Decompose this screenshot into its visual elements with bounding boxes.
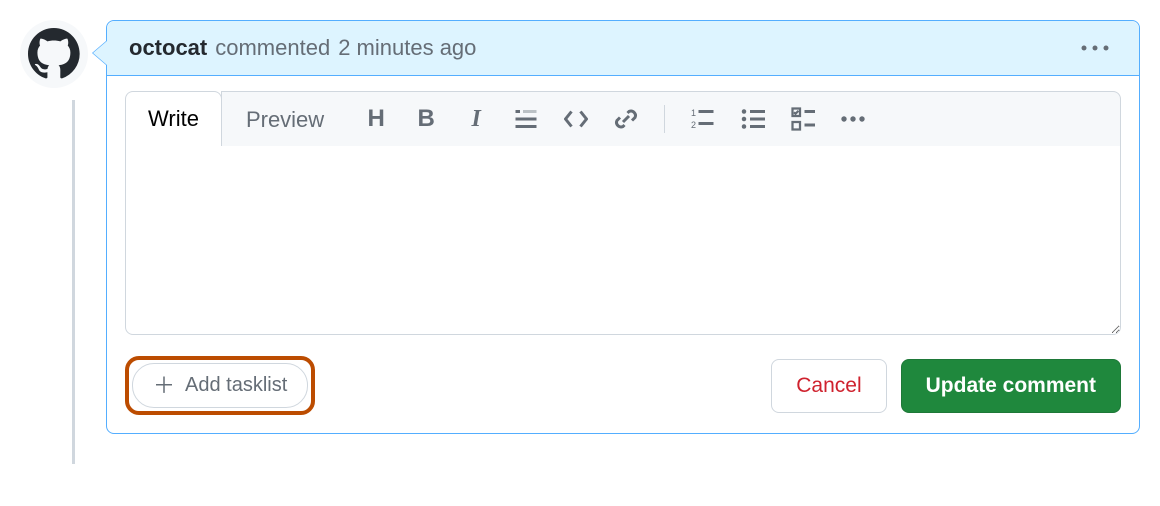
tutorial-highlight: ＋ Add tasklist bbox=[125, 356, 315, 415]
quote-button[interactable] bbox=[510, 103, 542, 135]
svg-text:2: 2 bbox=[691, 120, 696, 130]
link-button[interactable] bbox=[610, 103, 642, 135]
code-button[interactable] bbox=[560, 103, 592, 135]
bold-icon: B bbox=[414, 107, 438, 131]
editor-toolbar-row: Write Preview H B I bbox=[125, 90, 1121, 145]
action-row: ＋ Add tasklist Cancel Update comment bbox=[125, 356, 1121, 415]
bold-button[interactable]: B bbox=[410, 103, 442, 135]
add-tasklist-label: Add tasklist bbox=[185, 374, 287, 397]
ellipsis-icon bbox=[841, 107, 865, 131]
quote-icon bbox=[514, 107, 538, 131]
toolbar-separator bbox=[664, 105, 665, 133]
comment-box: octocat commented 2 minutes ago Write Pr… bbox=[106, 20, 1140, 434]
comment-meta-label: commented bbox=[215, 35, 330, 61]
comment-body: Write Preview H B I bbox=[107, 76, 1139, 433]
ordered-list-button[interactable]: 12 bbox=[687, 103, 719, 135]
italic-button[interactable]: I bbox=[460, 103, 492, 135]
italic-icon: I bbox=[464, 107, 488, 131]
kebab-icon bbox=[1081, 43, 1109, 53]
unordered-list-button[interactable] bbox=[737, 103, 769, 135]
add-tasklist-button[interactable]: ＋ Add tasklist bbox=[132, 363, 308, 408]
tab-write[interactable]: Write bbox=[125, 91, 222, 146]
avatar[interactable] bbox=[20, 20, 88, 88]
code-icon bbox=[564, 107, 588, 131]
ordered-list-icon: 12 bbox=[691, 107, 715, 131]
plus-icon: ＋ bbox=[153, 375, 175, 397]
unordered-list-icon bbox=[741, 107, 765, 131]
cancel-button[interactable]: Cancel bbox=[771, 359, 886, 413]
tab-preview[interactable]: Preview bbox=[234, 93, 336, 147]
md-toolbar: Preview H B I bbox=[221, 91, 1121, 146]
tasklist-icon bbox=[791, 107, 815, 131]
timeline-connector bbox=[72, 100, 75, 464]
author-name[interactable]: octocat bbox=[129, 35, 207, 61]
link-icon bbox=[614, 107, 638, 131]
comment-header: octocat commented 2 minutes ago bbox=[107, 21, 1139, 76]
heading-button[interactable]: H bbox=[360, 103, 392, 135]
comment-actions-menu[interactable] bbox=[1073, 39, 1117, 57]
update-comment-button[interactable]: Update comment bbox=[901, 359, 1121, 413]
octocat-icon bbox=[28, 28, 80, 80]
comment-textarea[interactable] bbox=[125, 145, 1121, 335]
comment-timestamp[interactable]: 2 minutes ago bbox=[338, 35, 476, 61]
toolbar-more-button[interactable] bbox=[837, 103, 869, 135]
svg-text:1: 1 bbox=[691, 108, 696, 118]
task-list-button[interactable] bbox=[787, 103, 819, 135]
heading-icon: H bbox=[364, 107, 388, 131]
